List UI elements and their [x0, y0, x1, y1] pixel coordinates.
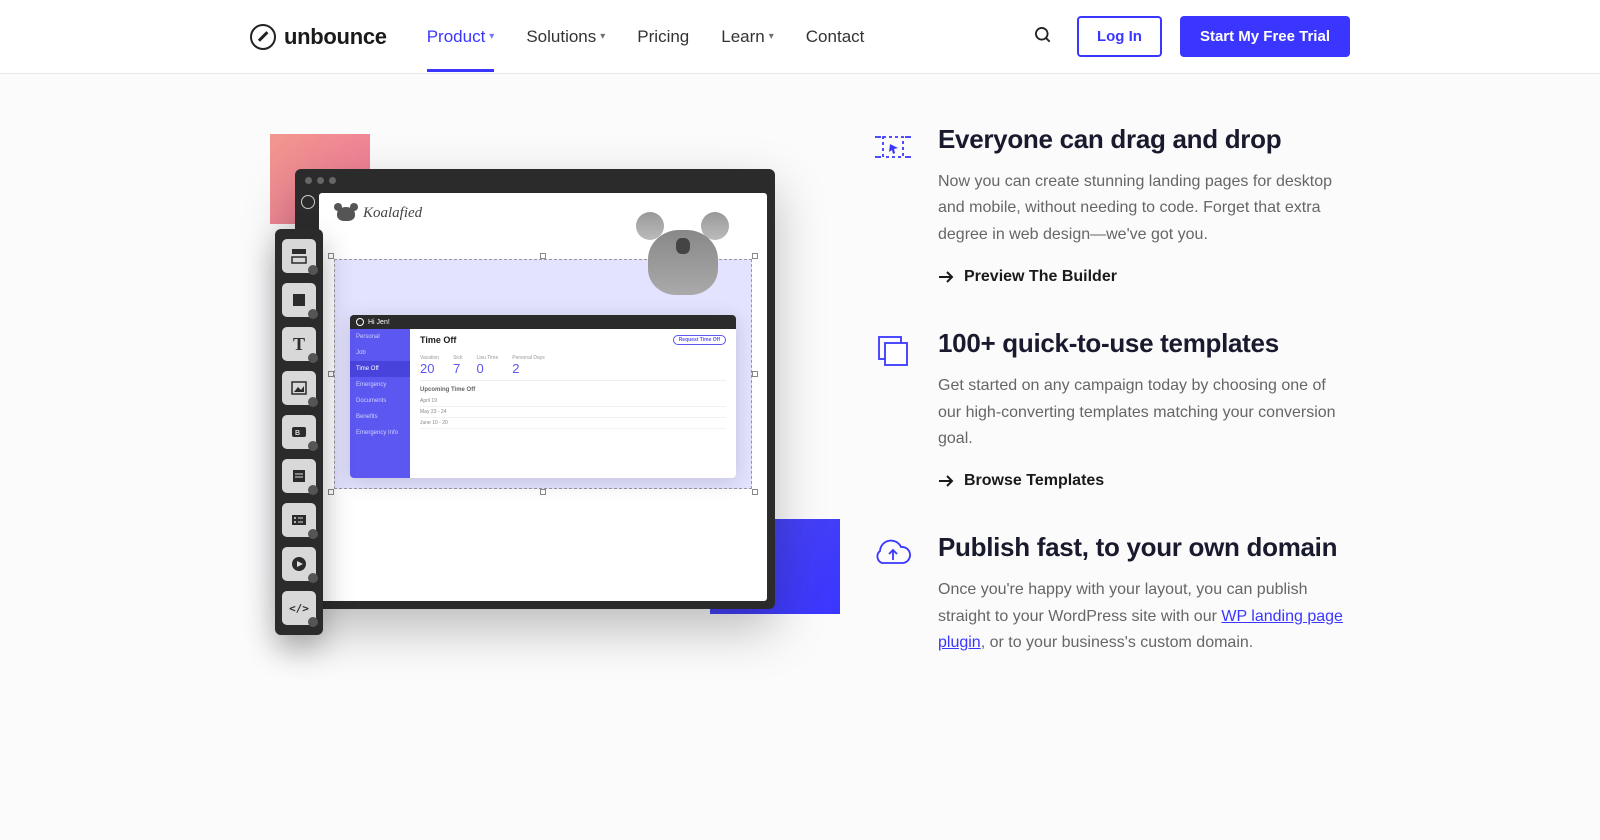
- upcoming-row: June 10 - 20: [420, 418, 726, 429]
- form-icon: [290, 467, 308, 485]
- dash-sidebar-item: Emergency: [350, 377, 410, 393]
- app-logo-icon: [301, 195, 315, 209]
- site-header: unbounce Product ▾ Solutions ▾ Pricing L…: [0, 0, 1600, 74]
- dash-sidebar-item: Documents: [350, 393, 410, 409]
- video-icon: [290, 555, 308, 573]
- browse-templates-link[interactable]: Browse Templates: [938, 472, 1350, 490]
- chevron-down-icon: ▾: [489, 31, 494, 42]
- builder-showcase: Koalafied Hi Jen!: [250, 114, 810, 674]
- dashboard-mock: Hi Jen! Personal Job Time Off Emergency …: [350, 315, 736, 478]
- nav-label: Pricing: [637, 27, 689, 47]
- svg-text:B: B: [295, 430, 300, 437]
- drag-drop-icon: [870, 124, 916, 170]
- tool-form[interactable]: [282, 459, 316, 493]
- builder-toolbar: T B </>: [275, 229, 323, 635]
- feature-templates: 100+ quick-to-use templates Get started …: [870, 328, 1350, 490]
- button-icon: B: [290, 425, 308, 439]
- tool-text[interactable]: T: [282, 327, 316, 361]
- logo-mark-icon: [250, 24, 276, 50]
- tool-button[interactable]: B: [282, 415, 316, 449]
- builder-selected-section[interactable]: Hi Jen! Personal Job Time Off Emergency …: [334, 259, 752, 489]
- tool-code[interactable]: </>: [282, 591, 316, 625]
- search-icon: [1033, 25, 1053, 45]
- canvas-site-name: Koalafied: [363, 205, 422, 222]
- feature-publish: Publish fast, to your own domain Once yo…: [870, 532, 1350, 676]
- preview-builder-link[interactable]: Preview The Builder: [938, 268, 1350, 286]
- feature-list: Everyone can drag and drop Now you can c…: [870, 114, 1350, 719]
- nav-pricing[interactable]: Pricing: [637, 3, 689, 71]
- koala-image: [636, 210, 731, 295]
- feature-cta-label: Preview The Builder: [964, 268, 1117, 286]
- search-button[interactable]: [1027, 19, 1059, 54]
- dashboard-topbar: Hi Jen!: [350, 315, 736, 329]
- feature-title: 100+ quick-to-use templates: [938, 328, 1350, 359]
- cloud-upload-icon: [870, 532, 916, 578]
- request-timeoff-button: Request Time Off: [673, 335, 726, 345]
- image-icon: [290, 379, 308, 397]
- nav-product[interactable]: Product ▾: [427, 3, 495, 71]
- stat-value: 20: [420, 361, 439, 376]
- templates-icon: [870, 328, 916, 374]
- koala-logo-icon: [337, 207, 355, 221]
- list-icon: [290, 513, 308, 527]
- upcoming-row: May 23 - 24: [420, 407, 726, 418]
- nav-label: Contact: [806, 27, 865, 47]
- feature-description: Now you can create stunning landing page…: [938, 169, 1350, 248]
- dashboard-sidebar: Personal Job Time Off Emergency Document…: [350, 315, 410, 478]
- chevron-down-icon: ▾: [600, 31, 605, 42]
- upcoming-row: April 19: [420, 396, 726, 407]
- upcoming-title: Upcoming Time Off: [420, 387, 726, 393]
- dash-sidebar-item: Time Off: [350, 361, 410, 377]
- dashboard-greeting: Hi Jen!: [368, 319, 390, 326]
- dashboard-title: Time Off: [420, 335, 456, 345]
- code-icon: </>: [289, 602, 309, 615]
- nav-label: Solutions: [526, 27, 596, 47]
- login-button[interactable]: Log In: [1077, 16, 1162, 57]
- nav-label: Product: [427, 27, 486, 47]
- feature-title: Everyone can drag and drop: [938, 124, 1350, 155]
- arrow-right-icon: [938, 270, 954, 284]
- dash-sidebar-item: Personal: [350, 329, 410, 345]
- feature-cta-label: Browse Templates: [964, 472, 1104, 490]
- feature-description: Get started on any campaign today by cho…: [938, 373, 1350, 452]
- tool-section[interactable]: [282, 239, 316, 273]
- stat-value: 7: [453, 361, 462, 376]
- arrow-right-icon: [938, 474, 954, 488]
- stat-value: 0: [477, 361, 499, 376]
- section-icon: [290, 247, 308, 265]
- builder-window: Koalafied Hi Jen!: [295, 169, 775, 609]
- chevron-down-icon: ▾: [769, 31, 774, 42]
- feature-drag-drop: Everyone can drag and drop Now you can c…: [870, 124, 1350, 286]
- nav-learn[interactable]: Learn ▾: [721, 3, 774, 71]
- main-content: Koalafied Hi Jen!: [230, 114, 1370, 719]
- tool-video[interactable]: [282, 547, 316, 581]
- tool-box[interactable]: [282, 283, 316, 317]
- dash-sidebar-item: Job: [350, 345, 410, 361]
- brand-name: unbounce: [284, 24, 387, 50]
- text-icon: T: [293, 334, 305, 355]
- tool-list[interactable]: [282, 503, 316, 537]
- dashboard-title-row: Time Off Request Time Off: [420, 335, 726, 345]
- feature-description: Once you're happy with your layout, you …: [938, 577, 1350, 656]
- feature-title: Publish fast, to your own domain: [938, 532, 1350, 563]
- dash-sidebar-item: Emergency Info: [350, 425, 410, 441]
- box-icon: [290, 291, 308, 309]
- start-trial-button[interactable]: Start My Free Trial: [1180, 16, 1350, 57]
- tool-image[interactable]: [282, 371, 316, 405]
- nav-solutions[interactable]: Solutions ▾: [526, 3, 605, 71]
- nav-label: Learn: [721, 27, 764, 47]
- dash-sidebar-item: Benefits: [350, 409, 410, 425]
- stat-value: 2: [512, 361, 545, 376]
- brand-logo[interactable]: unbounce: [250, 24, 387, 50]
- window-controls: [295, 169, 775, 192]
- main-nav: Product ▾ Solutions ▾ Pricing Learn ▾ Co…: [427, 3, 865, 71]
- nav-contact[interactable]: Contact: [806, 3, 865, 71]
